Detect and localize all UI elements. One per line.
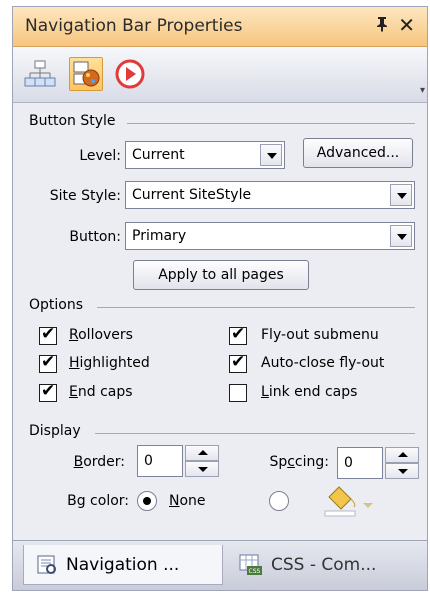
tab-css-label: CSS - Com...: [271, 555, 377, 575]
panel-tab-strip: Navigation ... CSS CSS - Com...: [13, 540, 427, 590]
checkmark-icon: ✔: [41, 381, 56, 401]
panel-toolbar: ▾: [13, 47, 427, 103]
end-caps-label[interactable]: End caps: [69, 384, 133, 400]
checkmark-icon: ✔: [41, 352, 56, 372]
display-heading: Display: [29, 423, 81, 439]
checkmark-icon: ✔: [231, 352, 246, 372]
close-icon[interactable]: ✕: [398, 13, 415, 37]
level-label: Level:: [79, 148, 121, 164]
site-style-label: Site Style:: [49, 188, 121, 204]
border-label: Border:: [73, 454, 125, 470]
bg-color-custom-radio[interactable]: [269, 491, 289, 511]
button-label: Button:: [69, 229, 121, 245]
apply-to-all-pages-button[interactable]: Apply to all pages: [133, 260, 309, 290]
stop-button[interactable]: [113, 57, 147, 91]
navigation-tab-icon: [37, 555, 56, 574]
button-style-icon: [73, 61, 100, 87]
autoclose-flyout-label[interactable]: Auto-close fly-out: [261, 355, 384, 371]
bg-color-none-radio[interactable]: [137, 491, 157, 511]
level-select[interactable]: Current: [125, 141, 285, 169]
spin-down-icon[interactable]: [385, 463, 419, 479]
css-tab-icon: CSS: [239, 554, 262, 575]
navigation-structure-icon: [24, 60, 56, 87]
panel-titlebar[interactable]: Navigation Bar Properties ✕: [13, 7, 427, 47]
section-divider: [95, 433, 415, 434]
highlighted-label[interactable]: Highlighted: [69, 355, 150, 371]
section-divider: [97, 307, 415, 308]
spacing-stepper[interactable]: 0: [337, 447, 419, 479]
bg-color-none-label[interactable]: None: [169, 493, 206, 509]
button-style-heading: Button Style: [29, 113, 116, 129]
button-value: Primary: [132, 228, 187, 244]
spin-down-icon[interactable]: [185, 461, 219, 477]
spin-up-icon[interactable]: [385, 447, 419, 463]
spacing-input[interactable]: 0: [337, 447, 383, 479]
button-style-button[interactable]: [69, 57, 103, 91]
border-input[interactable]: 0: [137, 445, 183, 477]
advanced-button[interactable]: Advanced...: [303, 138, 413, 168]
link-end-caps-checkbox[interactable]: [229, 384, 247, 402]
tab-navigation[interactable]: Navigation ...: [23, 545, 223, 585]
options-heading: Options: [29, 297, 84, 313]
level-value: Current: [132, 147, 185, 163]
rollovers-checkbox[interactable]: ✔: [39, 324, 57, 345]
panel-title: Navigation Bar Properties: [25, 16, 243, 36]
paint-bucket-icon: [324, 486, 373, 517]
svg-text:CSS: CSS: [249, 568, 261, 575]
spacing-label: Spccing:: [269, 454, 329, 470]
site-style-select[interactable]: Current SiteStyle: [125, 181, 415, 209]
end-caps-checkbox[interactable]: ✔: [39, 381, 57, 402]
highlighted-checkbox[interactable]: ✔: [39, 352, 57, 373]
flyout-submenu-label[interactable]: Fly-out submenu: [261, 327, 379, 343]
fill-color-picker[interactable]: [323, 483, 377, 523]
spin-up-icon[interactable]: [185, 445, 219, 461]
border-stepper[interactable]: 0: [137, 445, 219, 477]
link-end-caps-label[interactable]: Link end caps: [261, 384, 357, 400]
bg-color-label: Bg color:: [67, 493, 129, 509]
navigation-structure-button[interactable]: [23, 57, 57, 91]
flyout-submenu-checkbox[interactable]: ✔: [229, 324, 247, 345]
button-select[interactable]: Primary: [125, 222, 415, 250]
tab-navigation-label: Navigation ...: [66, 555, 180, 575]
rollovers-label[interactable]: Rollovers: [69, 327, 133, 343]
chevron-down-icon[interactable]: [390, 225, 412, 247]
pin-icon[interactable]: [375, 16, 389, 36]
navigation-bar-properties-panel: Navigation Bar Properties ✕ ▾ Button Sty…: [12, 6, 428, 591]
tab-css[interactable]: CSS CSS - Com...: [235, 545, 415, 585]
checkmark-icon: ✔: [231, 324, 246, 344]
chevron-down-icon[interactable]: [260, 144, 282, 166]
autoclose-flyout-checkbox[interactable]: ✔: [229, 352, 247, 373]
toolbar-overflow-icon[interactable]: ▾: [420, 85, 425, 96]
site-style-value: Current SiteStyle: [132, 187, 252, 203]
chevron-down-icon[interactable]: [390, 184, 412, 206]
record-stop-icon: [115, 59, 145, 89]
section-divider: [127, 123, 415, 124]
checkmark-icon: ✔: [41, 324, 56, 344]
